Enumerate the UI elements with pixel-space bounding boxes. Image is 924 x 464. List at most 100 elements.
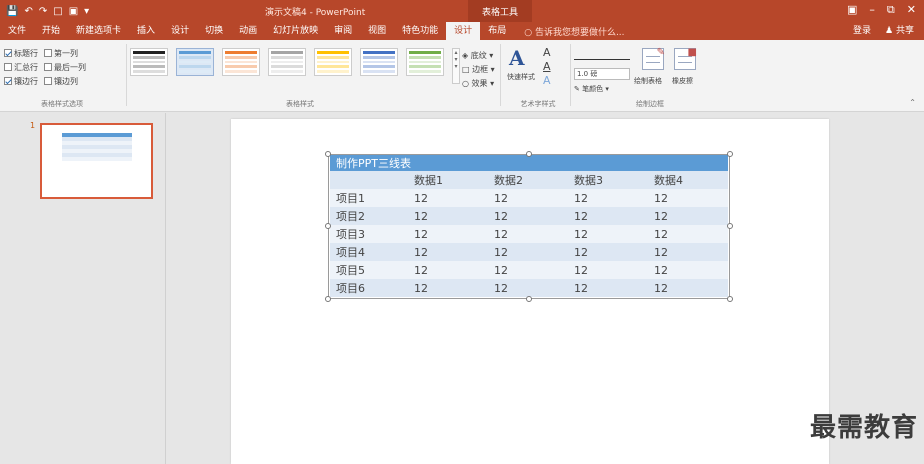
table-cell[interactable]: 项目2 <box>330 207 408 225</box>
quick-styles-icon[interactable]: A <box>509 46 525 70</box>
text-effects-icon[interactable]: A <box>543 74 551 87</box>
tab-home[interactable]: 开始 <box>34 22 68 40</box>
redo-icon[interactable]: ↷ <box>39 6 47 17</box>
table-style-swatch[interactable] <box>360 48 398 76</box>
table-cell[interactable]: 12 <box>488 243 568 261</box>
table-cell[interactable]: 12 <box>648 225 728 243</box>
resize-handle[interactable] <box>727 296 733 302</box>
slide-canvas[interactable]: 制作PPT三线表 数据1 数据2 数据3 数据4 项目1 12 12 12 12 <box>231 119 829 464</box>
tab-features[interactable]: 特色功能 <box>394 22 446 40</box>
table-cell[interactable]: 12 <box>408 207 488 225</box>
login-link[interactable]: 登录 <box>853 22 871 40</box>
resize-handle[interactable] <box>727 223 733 229</box>
border-button[interactable]: □ 边框 ▾ <box>462 64 495 75</box>
minimize-icon[interactable]: – <box>869 3 875 17</box>
table-cell[interactable]: 12 <box>648 261 728 279</box>
table-cell[interactable]: 数据3 <box>568 171 648 189</box>
table-cell[interactable]: 12 <box>568 207 648 225</box>
text-fill-icon[interactable]: A <box>543 46 551 59</box>
table-cell[interactable]: 12 <box>648 243 728 261</box>
table-title[interactable]: 制作PPT三线表 <box>330 155 728 171</box>
ribbon-display-icon[interactable]: ▣ <box>847 3 857 17</box>
table-cell[interactable]: 12 <box>408 279 488 297</box>
tab-transitions[interactable]: 切换 <box>197 22 231 40</box>
table-cell[interactable]: 数据4 <box>648 171 728 189</box>
table-cell[interactable]: 12 <box>568 279 648 297</box>
table-cell[interactable]: 12 <box>568 225 648 243</box>
eraser-button[interactable]: ■ <box>674 47 697 70</box>
undo-icon[interactable]: ↶ <box>24 6 32 17</box>
table-style-swatch[interactable] <box>314 48 352 76</box>
table-cell[interactable]: 12 <box>568 261 648 279</box>
table-cell[interactable]: 12 <box>568 189 648 207</box>
table-cell[interactable]: 12 <box>408 189 488 207</box>
table-cell[interactable]: 12 <box>648 189 728 207</box>
table-cell[interactable] <box>330 171 408 189</box>
tab-review[interactable]: 审阅 <box>326 22 360 40</box>
share-button[interactable]: ♟ 共享 <box>885 22 914 40</box>
resize-handle[interactable] <box>526 296 532 302</box>
tab-animations[interactable]: 动画 <box>231 22 265 40</box>
tab-design[interactable]: 设计 <box>163 22 197 40</box>
table-cell[interactable]: 数据2 <box>488 171 568 189</box>
tab-insert[interactable]: 插入 <box>129 22 163 40</box>
table-style-swatch[interactable] <box>406 48 444 76</box>
open-icon[interactable]: ▣ <box>69 6 78 17</box>
table-cell[interactable]: 12 <box>648 279 728 297</box>
pen-color-button[interactable]: ✎ 笔颜色 ▾ <box>574 84 609 94</box>
pen-weight-select[interactable]: 1.0 磅 <box>574 68 630 80</box>
first-column-checkbox[interactable]: 第一列 <box>44 48 78 59</box>
tab-file[interactable]: 文件 <box>0 22 34 40</box>
tab-slideshow[interactable]: 幻灯片放映 <box>265 22 326 40</box>
quick-styles-label[interactable]: 快速样式 <box>507 72 535 82</box>
table-cell[interactable]: 12 <box>408 243 488 261</box>
table-style-swatch[interactable] <box>268 48 306 76</box>
table-cell[interactable]: 项目4 <box>330 243 408 261</box>
banded-columns-checkbox[interactable]: 镶边列 <box>44 76 78 87</box>
tell-me-search[interactable]: ○ 告诉我您想要做什么... <box>514 25 624 38</box>
customize-icon[interactable]: ▾ <box>84 6 89 17</box>
draw-table-button[interactable]: ✎ <box>642 47 665 70</box>
close-icon[interactable]: ✕ <box>907 3 916 17</box>
table-cell[interactable]: 12 <box>568 243 648 261</box>
header-row-checkbox[interactable]: 标题行 <box>4 48 38 59</box>
resize-handle[interactable] <box>325 223 331 229</box>
tab-view[interactable]: 视图 <box>360 22 394 40</box>
table-cell[interactable]: 12 <box>488 261 568 279</box>
table-cell[interactable]: 12 <box>488 225 568 243</box>
table-style-swatch[interactable] <box>176 48 214 76</box>
table-style-swatch[interactable] <box>222 48 260 76</box>
table-cell[interactable]: 12 <box>408 261 488 279</box>
slide-thumbnail[interactable] <box>40 123 153 199</box>
resize-handle[interactable] <box>727 151 733 157</box>
collapse-ribbon-icon[interactable]: ⌃ <box>909 98 916 107</box>
data-table[interactable]: 制作PPT三线表 数据1 数据2 数据3 数据4 项目1 12 12 12 12 <box>330 155 728 297</box>
restore-icon[interactable]: ⧉ <box>887 3 895 17</box>
table-cell[interactable]: 项目6 <box>330 279 408 297</box>
last-column-checkbox[interactable]: 最后一列 <box>44 62 86 73</box>
table-style-swatch[interactable] <box>130 48 168 76</box>
resize-handle[interactable] <box>526 151 532 157</box>
resize-handle[interactable] <box>325 151 331 157</box>
total-row-checkbox[interactable]: 汇总行 <box>4 62 38 73</box>
tab-table-layout[interactable]: 布局 <box>480 22 514 40</box>
table-cell[interactable]: 12 <box>408 225 488 243</box>
table-cell[interactable]: 12 <box>488 207 568 225</box>
table-cell[interactable]: 项目1 <box>330 189 408 207</box>
table-cell[interactable]: 12 <box>648 207 728 225</box>
table-cell[interactable]: 12 <box>488 189 568 207</box>
shading-button[interactable]: ◈ 底纹 ▾ <box>462 50 495 61</box>
effects-button[interactable]: ○ 效果 ▾ <box>462 78 495 89</box>
table-cell[interactable]: 数据1 <box>408 171 488 189</box>
gallery-scroll[interactable]: ▴ ▾ ▾ <box>452 48 460 84</box>
pen-style-select[interactable] <box>574 52 630 60</box>
new-icon[interactable]: □ <box>53 6 62 17</box>
tab-table-design[interactable]: 设计 <box>446 22 481 40</box>
table-cell[interactable]: 12 <box>488 279 568 297</box>
text-outline-icon[interactable]: A <box>543 60 551 73</box>
resize-handle[interactable] <box>325 296 331 302</box>
save-icon[interactable]: 💾 <box>6 6 18 17</box>
table-cell[interactable]: 项目3 <box>330 225 408 243</box>
tab-new[interactable]: 新建选项卡 <box>68 22 129 40</box>
table-cell[interactable]: 项目5 <box>330 261 408 279</box>
